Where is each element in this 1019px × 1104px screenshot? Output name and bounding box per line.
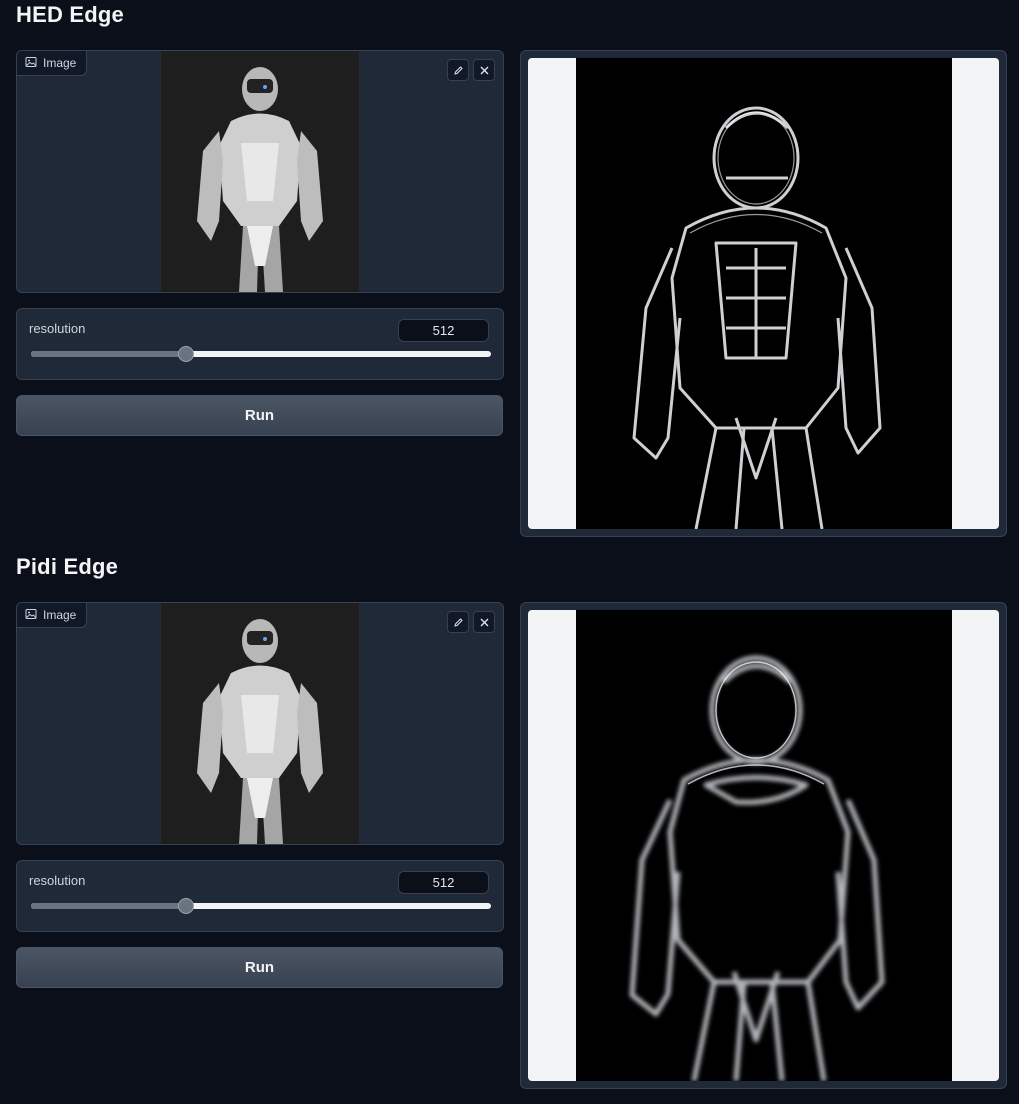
image-label: Image — [43, 608, 77, 622]
close-icon — [479, 613, 490, 632]
pencil-icon — [453, 613, 464, 632]
image-icon — [25, 56, 37, 71]
image-tools — [447, 611, 495, 633]
clear-button[interactable] — [473, 59, 495, 81]
input-image-panel[interactable]: Image — [16, 50, 504, 293]
pidi-edge-section: Pidi Edge Image resolution 512 Run — [0, 552, 1019, 1104]
output-image-frame — [528, 58, 999, 529]
input-image — [161, 51, 359, 292]
image-label-tag: Image — [17, 603, 88, 628]
edit-button[interactable] — [447, 59, 469, 81]
resolution-slider-block: resolution — [16, 860, 504, 932]
close-icon — [479, 61, 490, 80]
clear-button[interactable] — [473, 611, 495, 633]
output-image-frame — [528, 610, 999, 1081]
section-title: Pidi Edge — [16, 554, 119, 579]
resolution-number-input[interactable] — [398, 871, 489, 894]
image-icon — [25, 608, 37, 623]
slider-label: resolution — [29, 321, 86, 336]
section-title: HED Edge — [16, 2, 124, 27]
run-button[interactable]: Run — [16, 947, 503, 988]
resolution-slider[interactable] — [31, 346, 491, 362]
input-image-panel[interactable]: Image — [16, 602, 504, 845]
slider-fill — [31, 351, 187, 357]
slider-thumb[interactable] — [178, 346, 195, 362]
output-image-panel — [520, 50, 1007, 537]
image-tools — [447, 59, 495, 81]
run-button[interactable]: Run — [16, 395, 503, 436]
hed-edge-section: HED Edge Image resolution 512 Run — [0, 0, 1019, 552]
slider-label: resolution — [29, 873, 86, 888]
pencil-icon — [453, 61, 464, 80]
resolution-slider[interactable] — [31, 898, 491, 914]
resolution-slider-block: resolution — [16, 308, 504, 380]
edit-button[interactable] — [447, 611, 469, 633]
output-image-panel — [520, 602, 1007, 1089]
image-label-tag: Image — [17, 51, 88, 76]
slider-thumb[interactable] — [178, 898, 195, 914]
pidi-edge-output-image — [576, 610, 952, 1081]
resolution-number-input[interactable] — [398, 319, 489, 342]
input-image — [161, 603, 359, 844]
image-label: Image — [43, 56, 77, 70]
slider-fill — [31, 903, 187, 909]
hed-edge-output-image — [576, 58, 952, 529]
